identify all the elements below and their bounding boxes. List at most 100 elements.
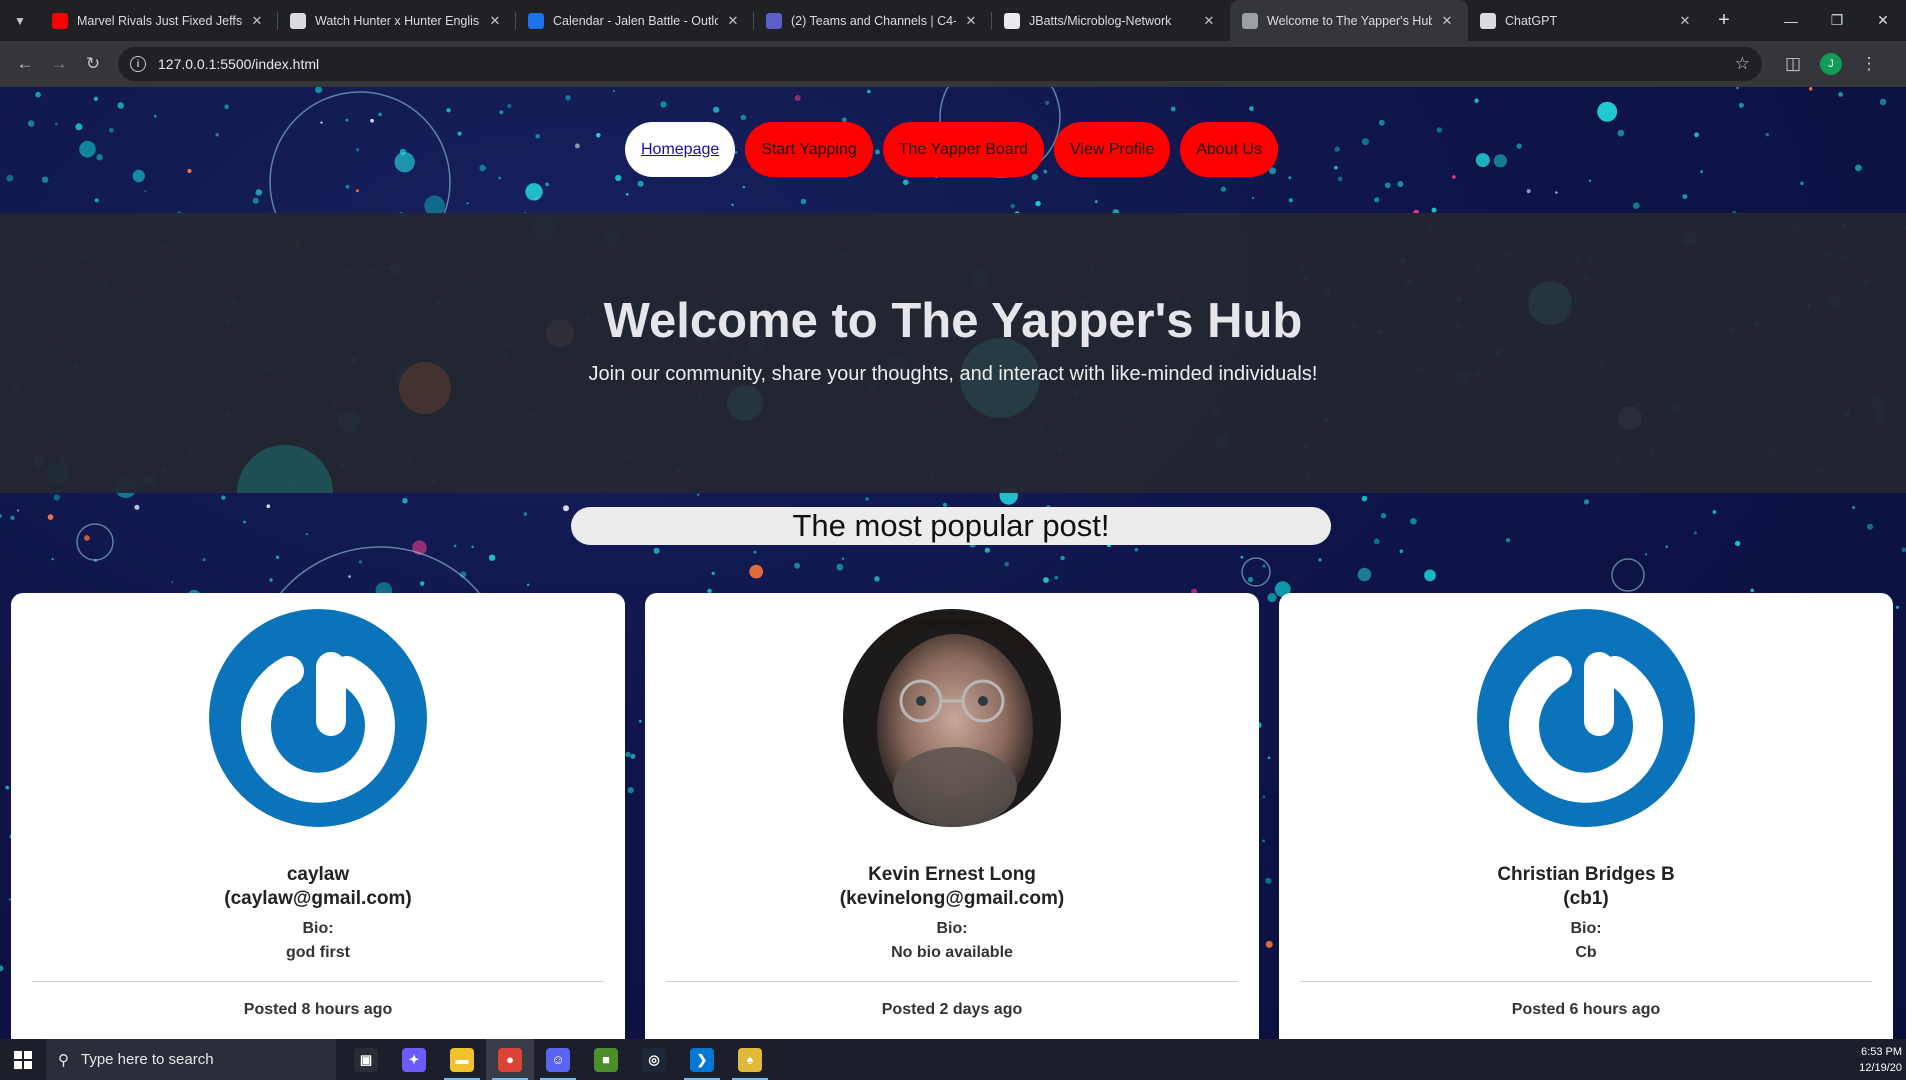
tab-close-icon[interactable]: ✕ <box>1200 13 1218 29</box>
nav-the-yapper-board[interactable]: The Yapper Board <box>882 122 1045 177</box>
taskbar-app-button[interactable]: ❯ <box>678 1039 726 1080</box>
star-dot <box>874 576 880 582</box>
profile-avatar[interactable]: J <box>1820 53 1842 75</box>
tab-close-icon[interactable]: ✕ <box>248 13 266 29</box>
page-viewport: Homepage Start Yapping The Yapper Board Vie… <box>0 87 1906 1039</box>
star-dot <box>507 104 512 108</box>
new-tab-icon[interactable]: + <box>1706 0 1742 41</box>
nav-about-us[interactable]: About Us <box>1180 122 1279 177</box>
bio-label: Bio: <box>1570 920 1602 937</box>
power-logo-avatar <box>209 609 427 827</box>
taskbar-app-button[interactable]: ■ <box>582 1039 630 1080</box>
browser-toolbar: ← → ↻ i 127.0.0.1:5500/index.html ☆ ◫ J … <box>0 41 1906 87</box>
star-dot <box>269 578 273 582</box>
browser-tab[interactable]: Marvel Rivals Just Fixed Jeffs Ul ✕ <box>40 0 278 41</box>
github-icon <box>1004 12 1020 29</box>
card-divider <box>666 981 1238 982</box>
star-dot <box>565 95 571 101</box>
star-dot <box>320 121 323 124</box>
star-dot <box>53 494 60 501</box>
star-dot <box>1866 523 1874 530</box>
browser-tab[interactable]: Welcome to The Yapper's Hub ✕ <box>1230 0 1468 41</box>
star-dot <box>79 140 96 158</box>
star-dot <box>1738 102 1744 108</box>
star-dot <box>1060 555 1065 561</box>
teams-icon <box>766 12 782 29</box>
star-dot <box>1645 553 1647 556</box>
tab-close-icon[interactable]: ✕ <box>1438 13 1456 29</box>
bio-label: Bio: <box>936 920 968 937</box>
star-dot <box>355 189 359 193</box>
star-dot <box>1808 87 1813 91</box>
browser-tab[interactable]: (2) Teams and Channels | C4-Se ✕ <box>754 0 992 41</box>
reload-icon[interactable]: ↻ <box>76 47 110 81</box>
star-dot <box>488 554 496 561</box>
extensions-icon[interactable]: ◫ <box>1776 47 1810 81</box>
post-card[interactable]: Kevin Ernest Long (kevinelong@gmail.com) B… <box>645 593 1259 1039</box>
star-dot <box>55 122 58 126</box>
browser-menu-icon[interactable]: ⋮ <box>1852 47 1886 81</box>
game-app-icon: ♠ <box>738 1047 762 1072</box>
star-dot <box>305 533 308 536</box>
nav-start-yapping[interactable]: Start Yapping <box>745 122 873 177</box>
browser-tab[interactable]: Watch Hunter x Hunter English ✕ <box>278 0 516 41</box>
star-dot <box>1682 194 1688 199</box>
forward-icon[interactable]: → <box>42 47 76 81</box>
tab-title: (2) Teams and Channels | C4-Se <box>791 13 956 28</box>
tab-close-icon[interactable]: ✕ <box>486 13 504 29</box>
taskbar-search[interactable]: ⚲ Type here to search <box>46 1039 336 1080</box>
star-dot <box>1240 555 1244 559</box>
outlook-calendar-icon <box>528 12 544 29</box>
star-dot <box>117 102 124 109</box>
post-card[interactable]: Christian Bridges B (cb1) Bio: Cb Posted 6 h… <box>1279 593 1893 1039</box>
author-name: Kevin Ernest Long <box>868 864 1036 885</box>
star-dot <box>660 101 667 108</box>
browser-tab[interactable]: ChatGPT ✕ <box>1468 0 1706 41</box>
bio-text: No bio available <box>891 944 1013 961</box>
taskbar-app-button[interactable]: ▬ <box>438 1039 486 1080</box>
star-dot <box>1617 129 1625 137</box>
author-name-block: caylaw (caylaw@gmail.com) <box>11 863 625 911</box>
star-dot <box>1765 132 1769 137</box>
taskbar-app-button[interactable]: ✦ <box>390 1039 438 1080</box>
taskbar-app-button[interactable]: ▣ <box>342 1039 390 1080</box>
tab-close-icon[interactable]: ✕ <box>1676 13 1694 29</box>
tab-search-icon[interactable]: ▼ <box>0 0 40 41</box>
browser-tab[interactable]: JBatts/Microblog-Network ✕ <box>992 0 1230 41</box>
address-bar[interactable]: i 127.0.0.1:5500/index.html ☆ <box>118 47 1762 81</box>
close-window-icon[interactable]: ✕ <box>1860 0 1906 41</box>
bookmark-star-icon[interactable]: ☆ <box>1735 54 1750 74</box>
windows-start-icon[interactable] <box>0 1039 46 1080</box>
star-dot <box>345 118 349 122</box>
star-dot <box>266 504 271 509</box>
taskbar-app-button[interactable]: ● <box>486 1039 534 1080</box>
post-card[interactable]: caylaw (caylaw@gmail.com) Bio: god first Pos… <box>11 593 625 1039</box>
photo-avatar <box>843 609 1061 827</box>
minimize-icon[interactable]: — <box>1768 0 1814 41</box>
site-info-icon[interactable]: i <box>130 56 146 72</box>
url-text[interactable]: 127.0.0.1:5500/index.html <box>158 56 1735 72</box>
star-dot <box>457 131 462 136</box>
star-dot <box>1397 181 1404 187</box>
nav-view-profile[interactable]: View Profile <box>1054 122 1171 177</box>
taskbar-app-button[interactable]: ◎ <box>630 1039 678 1080</box>
posted-time: Posted 2 days ago <box>881 1001 1023 1018</box>
star-dot <box>187 168 192 174</box>
restore-icon[interactable]: ❐ <box>1814 0 1860 41</box>
star-dot <box>534 197 538 201</box>
star-dot <box>984 547 991 553</box>
back-icon[interactable]: ← <box>8 47 42 81</box>
file-explorer-icon: ▬ <box>450 1047 474 1072</box>
nav-homepage[interactable]: Homepage <box>625 122 736 177</box>
tab-close-icon[interactable]: ✕ <box>724 13 742 29</box>
system-clock[interactable]: 6:53 PM 12/19/20 <box>1859 1044 1906 1076</box>
star-dot <box>523 512 528 516</box>
tab-close-icon[interactable]: ✕ <box>962 13 980 29</box>
taskbar-app-button[interactable]: ☺ <box>534 1039 582 1080</box>
author-name-block: Christian Bridges B (cb1) <box>1279 863 1893 911</box>
browser-tab[interactable]: Calendar - Jalen Battle - Outloo ✕ <box>516 0 754 41</box>
browser-tab-strip: ▼ Marvel Rivals Just Fixed Jeffs Ul ✕ Watc… <box>0 0 1906 41</box>
star-dot <box>596 133 601 138</box>
star-dot <box>215 133 219 137</box>
taskbar-app-button[interactable]: ♠ <box>726 1039 774 1080</box>
